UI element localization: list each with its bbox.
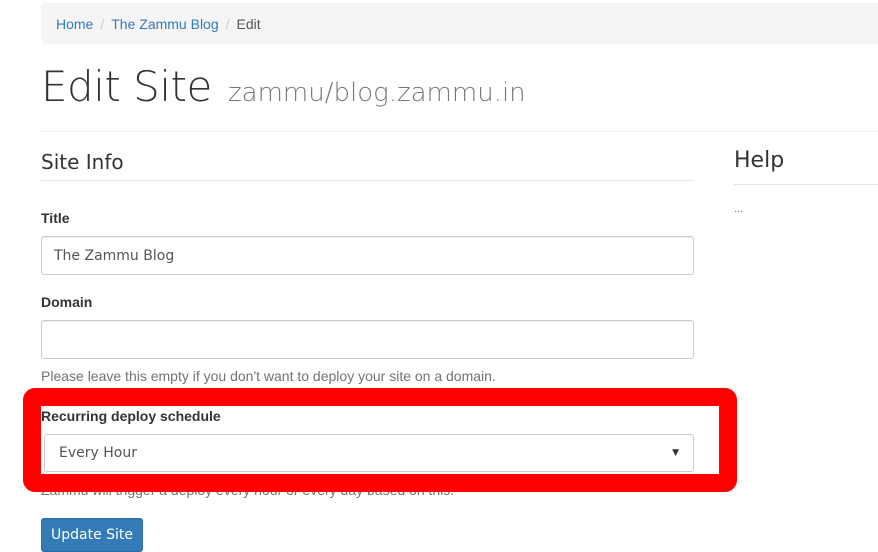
breadcrumb-blog-link[interactable]: The Zammu Blog [111, 16, 218, 32]
page-title-subtitle: zammu/blog.zammu.in [228, 78, 526, 108]
update-site-button[interactable]: Update Site [41, 518, 143, 552]
breadcrumb-separator: / [225, 15, 230, 32]
help-heading: Help [734, 148, 785, 173]
title-input[interactable]: The Zammu Blog [41, 236, 694, 275]
breadcrumb: Home / The Zammu Blog / Edit [41, 3, 878, 44]
breadcrumb-separator: / [100, 15, 105, 32]
domain-input[interactable] [41, 320, 694, 359]
highlight-annotation [23, 388, 737, 492]
title-input-value: The Zammu Blog [54, 247, 175, 264]
site-info-heading: Site Info [41, 150, 124, 174]
breadcrumb-home-link[interactable]: Home [56, 16, 93, 32]
domain-help-text: Please leave this empty if you don't wan… [41, 368, 496, 384]
site-info-divider [41, 180, 694, 181]
page-title-main: Edit Site [41, 62, 212, 111]
title-label: Title [41, 210, 70, 226]
breadcrumb-current: Edit [236, 15, 261, 32]
page-title: Edit Site zammu/blog.zammu.in [41, 66, 526, 108]
help-divider [734, 184, 878, 185]
title-divider [41, 131, 878, 132]
domain-label: Domain [41, 294, 93, 310]
help-text: ... [734, 203, 744, 215]
